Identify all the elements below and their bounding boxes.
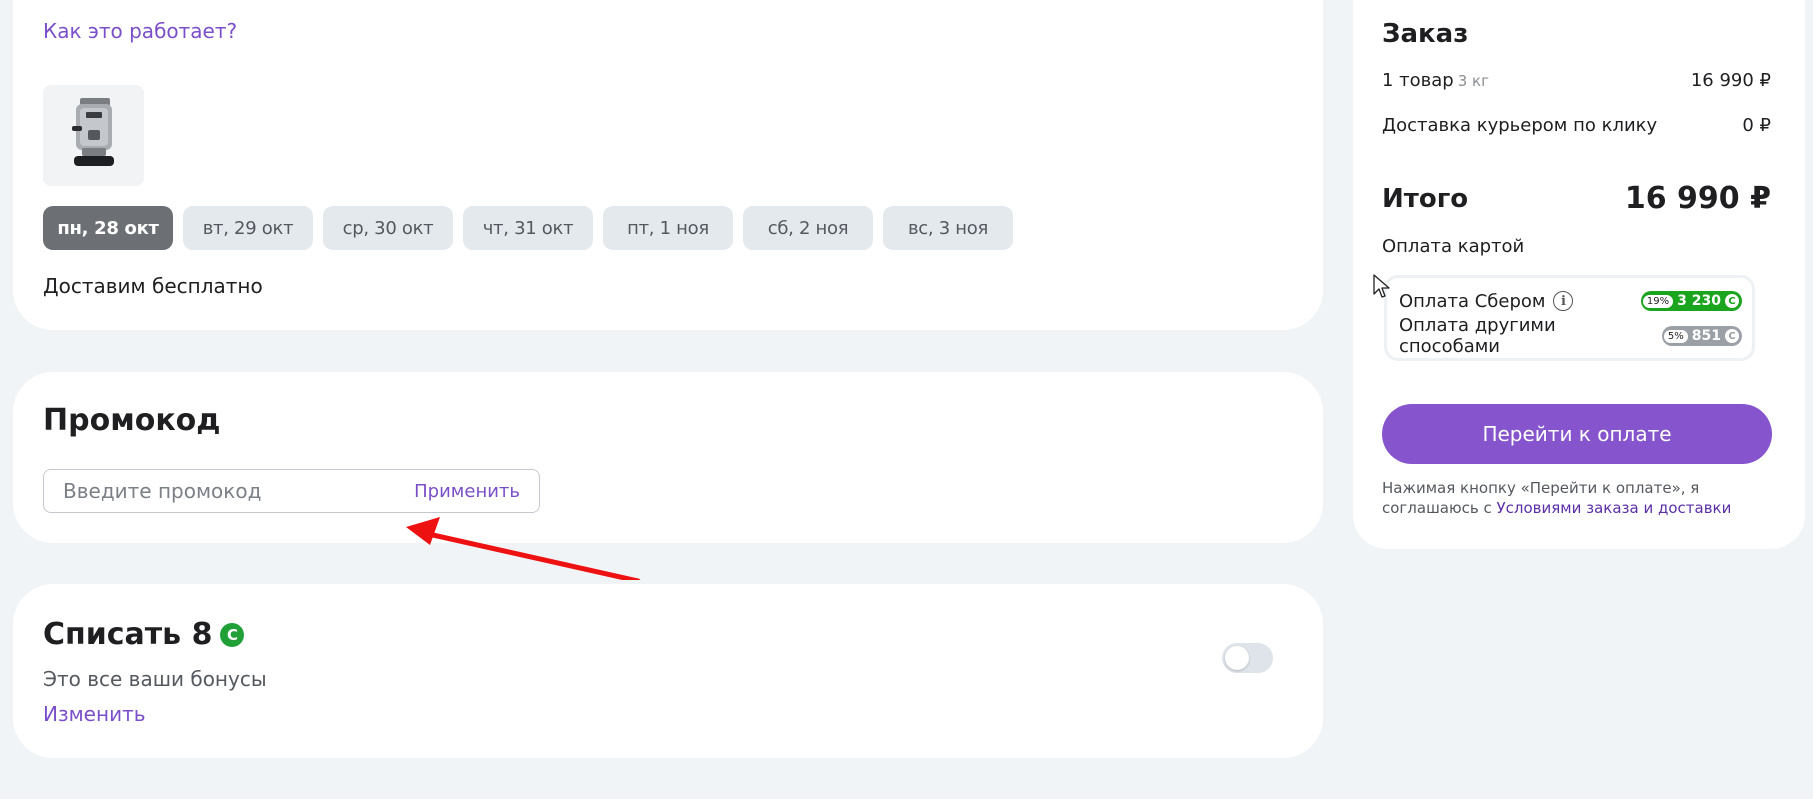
date-chip[interactable]: ср, 30 окт xyxy=(323,206,453,250)
payment-option-label: Оплата другими способами xyxy=(1399,315,1556,357)
coffee-machine-image xyxy=(71,97,114,166)
total-label: Итого xyxy=(1382,184,1469,214)
items-weight: 3 кг xyxy=(1457,72,1490,90)
sber-spasibo-icon: С xyxy=(1725,329,1739,343)
delivery-price: 0 ₽ xyxy=(1742,115,1771,136)
total-price: 16 990 ₽ xyxy=(1624,181,1771,216)
date-chip[interactable]: пн, 28 окт xyxy=(43,206,173,250)
payment-method-label: Оплата картой xyxy=(1382,236,1525,257)
items-price: 16 990 ₽ xyxy=(1690,70,1771,91)
bonus-subtitle: Это все ваши бонусы xyxy=(43,667,267,691)
payment-option-sber[interactable]: Оплата Сбером i 19% 3 230 С xyxy=(1399,287,1742,315)
bonus-toggle[interactable] xyxy=(1222,643,1273,673)
date-chip[interactable]: вт, 29 окт xyxy=(183,206,313,250)
change-bonus-link[interactable]: Изменить xyxy=(43,702,146,726)
date-chip[interactable]: пт, 1 ноя xyxy=(603,206,733,250)
mouse-cursor-icon xyxy=(1373,274,1390,298)
promo-code-input[interactable] xyxy=(63,479,383,503)
annotation-arrow-icon xyxy=(406,517,641,580)
bonus-amount: 851 xyxy=(1691,328,1721,344)
toggle-knob xyxy=(1225,646,1249,670)
delivery-date-picker: пн, 28 окт вт, 29 окт ср, 30 окт чт, 31 … xyxy=(43,206,1013,250)
free-delivery-text: Доставим бесплатно xyxy=(43,274,263,298)
terms-link[interactable]: Условиями заказа и доставки xyxy=(1497,499,1732,517)
sber-spasibo-icon: С xyxy=(220,622,245,647)
how-it-works-link[interactable]: Как это работает? xyxy=(43,19,237,43)
bonus-amount: 3 230 xyxy=(1677,293,1721,309)
date-chip[interactable]: вс, 3 ноя xyxy=(883,206,1013,250)
agreement-text: Нажимая кнопку «Перейти к оплате», я сог… xyxy=(1382,478,1782,518)
bonus-badge: 19% 3 230 С xyxy=(1640,291,1742,311)
items-count-label: 1 товар xyxy=(1382,70,1454,91)
product-thumbnail[interactable] xyxy=(43,85,144,186)
promo-field: Применить xyxy=(43,469,540,513)
bonus-badge: 5% 851 С xyxy=(1661,326,1742,346)
bonus-title-text: Списать 8 xyxy=(43,617,213,652)
bonus-percent: 5% xyxy=(1663,329,1688,343)
items-count: 1 товар 3 кг xyxy=(1382,70,1489,91)
apply-promo-button[interactable]: Применить xyxy=(414,481,520,502)
payment-options-box: Оплата Сбером i 19% 3 230 С Оплата други… xyxy=(1384,275,1755,361)
bonus-title: Списать 8 С xyxy=(43,617,245,652)
date-chip[interactable]: чт, 31 окт xyxy=(463,206,593,250)
promo-card xyxy=(13,372,1323,543)
checkout-button[interactable]: Перейти к оплате xyxy=(1382,404,1772,464)
delivery-method-label: Доставка курьером по клику xyxy=(1382,115,1658,136)
payment-option-other[interactable]: Оплата другими способами 5% 851 С xyxy=(1399,315,1742,357)
date-chip[interactable]: сб, 2 ноя xyxy=(743,206,873,250)
promo-title: Промокод xyxy=(43,403,221,438)
bonus-percent: 19% xyxy=(1642,294,1674,308)
order-title: Заказ xyxy=(1382,19,1469,49)
info-icon[interactable]: i xyxy=(1553,291,1574,311)
sber-spasibo-icon: С xyxy=(1725,294,1739,308)
payment-option-label: Оплата Сбером xyxy=(1399,290,1546,312)
